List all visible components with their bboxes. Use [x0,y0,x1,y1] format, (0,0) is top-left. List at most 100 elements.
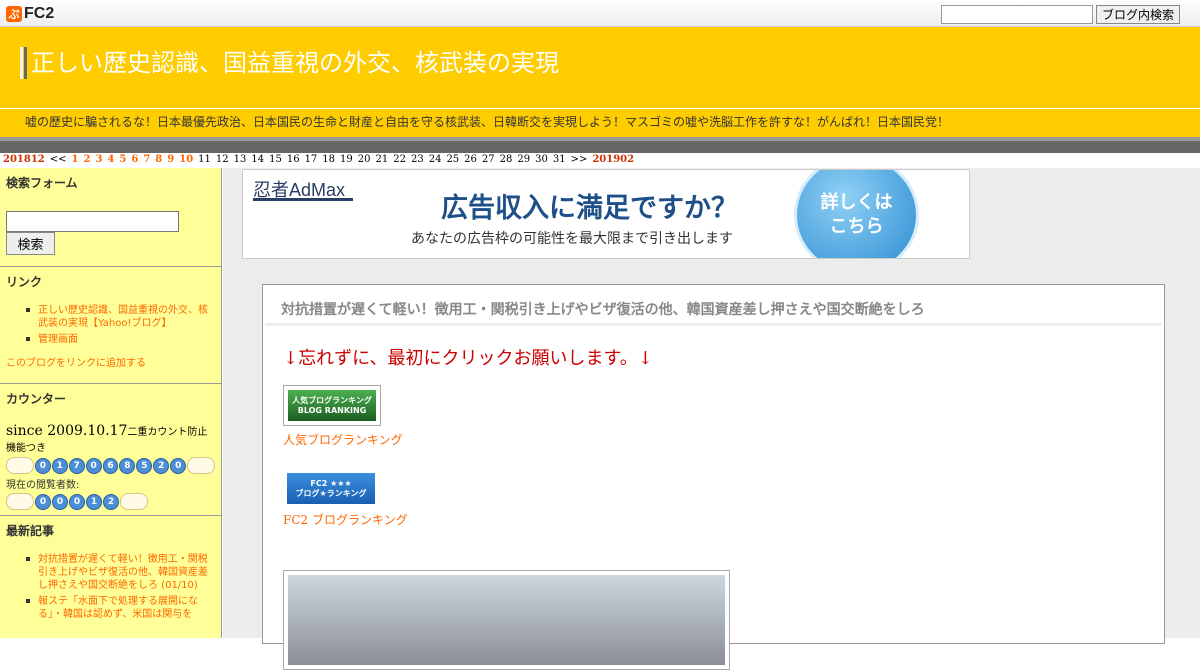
calendar-day: 29 [517,154,531,165]
sidebar-search-button[interactable]: 検索 [6,232,55,255]
blog-header: 正しい歴史認識、国益重視の外交、核武装の実現 [0,27,1200,108]
fc2-toolbar: ぷ FC2 ブログ内検索 [0,0,1200,27]
links-title: リンク [6,275,43,289]
counter-since: since 2009.10.17二重カウント防止機能つき [6,423,215,455]
post-title[interactable]: 対抗措置が遅くて軽い！徴用工・関税引き上げやビザ復活の他、韓国資産差し押さえや国… [281,299,925,319]
ad-headline: 広告収入に満足ですか？ [441,193,738,224]
calendar-prev-arrow: << [49,154,67,165]
counter-digit: 0 [85,457,102,474]
header-divider [0,137,1200,153]
calendar-day-link[interactable]: 7 [143,153,150,167]
bullet-icon [26,308,30,312]
calendar-next-month[interactable]: 201902 [592,153,634,167]
blog-post: 対抗措置が遅くて軽い！徴用工・関税引き上げやビザ復活の他、韓国資産差し押さえや国… [262,284,1165,670]
counter-title: カウンター [6,392,67,406]
fc2-ranking-link[interactable]: FC2 ブログランキング [283,511,408,528]
links-list: 正しい歴史認識、国益重視の外交、核武装の実現【Yahoo!ブログ】管理画面 [6,304,215,346]
counter-digit: 0 [52,493,68,510]
calendar-day: 22 [393,154,406,165]
add-link-link[interactable]: このブログをリンクに追加する [6,354,215,369]
main-content: 忍者AdMax 広告収入に満足ですか？ あなたの広告枠の可能性を最大限まで引き出… [223,168,1200,670]
fc2-logo-icon: ぷ [6,6,22,22]
sidebar-link-label: 正しい歴史認識、国益重視の外交、核武装の実現【Yahoo!ブログ】 [38,305,208,329]
ad-details-button[interactable]: 詳しくは こちら [794,170,919,258]
recent-posts-title: 最新記事 [6,524,55,538]
admax-brand-underline [253,198,353,201]
blog-ranking-banner[interactable]: 人気ブログランキング BLOG RANKING [283,385,381,426]
calendar-day-link[interactable]: 8 [155,153,162,167]
since-date: since 2009.10.17 [6,423,128,439]
admax-banner-ad[interactable]: 忍者AdMax 広告収入に満足ですか？ あなたの広告枠の可能性を最大限まで引き出… [242,169,970,259]
sidebar-link-item[interactable]: 対抗措置が遅くて軽い！徴用工・関税引き上げやビザ復活の他、韓国資産差し押さえや国… [26,553,215,592]
current-counter: 00012 [6,493,215,510]
calendar-day-link[interactable]: 5 [119,153,126,167]
bullet-icon [26,599,30,603]
post-photo [283,570,730,670]
calendar-day: 31 [552,154,566,165]
search-form-section: 検索フォーム 検索 [0,168,221,267]
sheep-icon [120,493,148,510]
calendar-day-link[interactable]: 10 [179,153,193,167]
calendar-day: 23 [410,154,424,165]
links-section: リンク 正しい歴史認識、国益重視の外交、核武装の実現【Yahoo!ブログ】管理画… [0,267,221,384]
calendar-day: 19 [340,154,353,165]
calendar-day: 12 [215,154,229,165]
calendar-nav: 201812 << 1 2 3 4 5 6 7 8 9 10 11 12 13 14 15 16 17 18 19 2… [3,153,639,167]
counter-digit: 2 [153,457,170,474]
calendar-day: 28 [499,154,513,165]
calendar-day: 14 [251,154,265,165]
sidebar-link-label: 管理画面 [38,334,78,345]
blog-search-input[interactable] [941,5,1093,24]
counter-digit: 0 [170,457,187,474]
calendar-day: 26 [464,154,477,165]
calendar-day-link[interactable]: 1 [72,153,79,167]
calendar-day: 11 [198,154,211,165]
calendar-day: 20 [357,154,371,165]
blog-search-button[interactable]: ブログ内検索 [1096,5,1180,24]
sidebar: 検索フォーム 検索 リンク 正しい歴史認識、国益重視の外交、核武装の実現【Yah… [0,168,222,638]
calendar-day: 24 [428,154,442,165]
sidebar-search-input[interactable] [6,211,179,232]
fc2-logo-text: FC2 [24,5,55,22]
sidebar-link-item[interactable]: 管理画面 [26,333,215,346]
counter-digit: 8 [119,457,136,474]
current-readers-label: 現在の閲覧者数: [6,480,80,491]
title-bar-decoration [20,47,27,79]
sheep-icon [6,493,34,510]
sidebar-link-item[interactable]: 正しい歴史認識、国益重視の外交、核武装の実現【Yahoo!ブログ】 [26,304,215,330]
counter-digit: 0 [69,493,85,510]
calendar-prev-month[interactable]: 201812 [3,153,45,167]
counter-digit: 0 [35,493,51,510]
calendar-day: 30 [535,154,548,165]
ad-subtext: あなたの広告枠の可能性を最大限まで引き出します [411,231,733,247]
bullet-icon [26,557,30,561]
recent-posts-list: 対抗措置が遅くて軽い！徴用工・関税引き上げやビザ復活の他、韓国資産差し押さえや国… [6,553,215,621]
counter-digit: 1 [86,493,102,510]
blog-description: 嘘の歴史に騙されるな！日本最優先政治、日本国民の生命と財産と自由を守る核武装、日… [0,108,1200,137]
fc2-ranking-banner[interactable]: FC2 ★★★ ブログ★ランキング [283,469,379,508]
blog-ranking-link[interactable]: 人気ブログランキング [283,431,403,448]
ad-circle-text: 詳しくは こちら [820,192,893,237]
calendar-day: 13 [233,154,247,165]
calendar-day-link[interactable]: 4 [107,153,114,167]
calendar-day-link[interactable]: 6 [131,153,138,167]
calendar-day: 15 [269,154,282,165]
blog-title[interactable]: 正しい歴史認識、国益重視の外交、核武装の実現 [31,47,559,79]
calendar-next-arrow: >> [570,154,588,165]
blog-ranking-banner-image: 人気ブログランキング BLOG RANKING [288,390,376,421]
calendar-day: 16 [286,154,300,165]
calendar-day-link[interactable]: 9 [167,153,174,167]
calendar-day: 25 [446,154,460,165]
calendar-days: 1 2 3 4 5 6 7 8 9 10 11 12 13 14 15 16 17 18 19 20 21 22 23 24 2… [72,153,571,167]
sidebar-link-item[interactable]: 報ステ「水面下で処理する展開になる」・韓国は認めず、米国は関与を [26,595,215,621]
sheep-icon [6,457,34,474]
calendar-day-link[interactable]: 2 [83,153,90,167]
sheep-icon [187,457,216,474]
click-request-text: ↓忘れずに、最初にクリックお願いします。↓ [283,348,653,369]
calendar-day: 17 [304,154,318,165]
fc2-logo[interactable]: ぷ FC2 [6,4,54,24]
search-form-title: 検索フォーム [6,176,78,190]
calendar-day-link[interactable]: 3 [95,153,102,167]
calendar-day: 18 [322,154,336,165]
counter-digit: 7 [68,457,85,474]
